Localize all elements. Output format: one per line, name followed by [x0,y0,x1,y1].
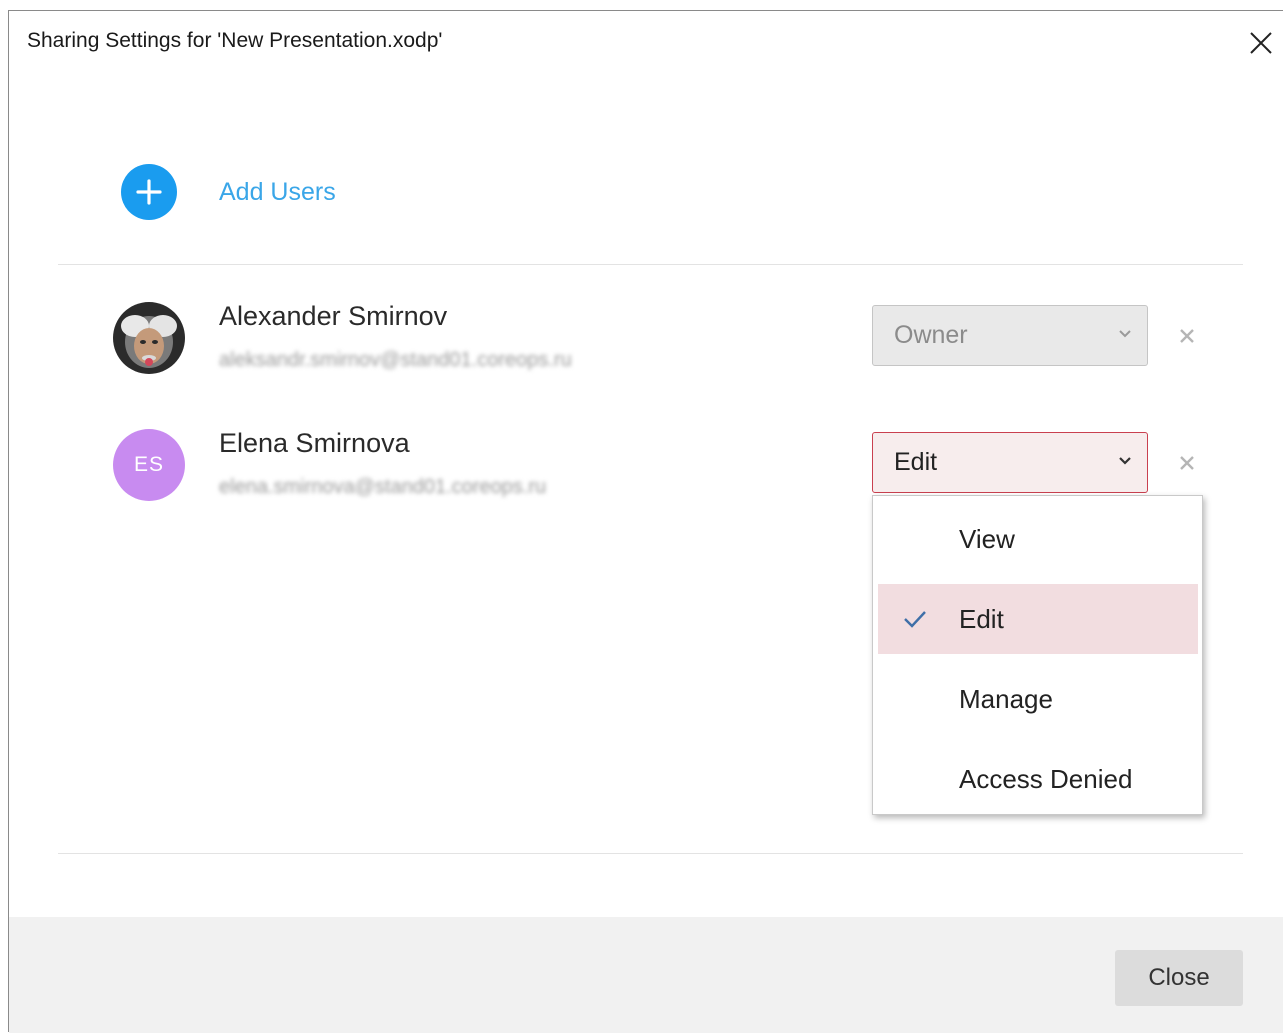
close-button[interactable]: Close [1115,950,1243,1006]
user-name: Alexander Smirnov [219,301,448,331]
access-select-value: Owner [894,321,968,349]
dialog-title: Sharing Settings for 'New Presentation.x… [27,29,443,52]
avatar [113,302,185,374]
user-email: elena.smirnova@stand01.coreops.ru [219,476,547,498]
access-select-owner: Owner [872,305,1148,366]
menu-item-access-denied[interactable]: Access Denied [878,744,1198,814]
user-email: aleksandr.smirnov@stand01.coreops.ru [219,349,572,371]
chevron-down-icon [1119,330,1131,338]
menu-item-label: Manage [959,683,1053,714]
add-users-label: Add Users [219,177,336,206]
add-users-button[interactable]: Add Users [121,164,336,220]
remove-user-button[interactable] [1174,450,1200,476]
remove-icon [1180,456,1194,470]
menu-item-edit[interactable]: Edit [878,584,1198,654]
menu-item-label: View [959,523,1015,554]
dialog-close-button[interactable] [1243,25,1279,61]
close-icon [1250,32,1272,54]
sharing-settings-dialog: Sharing Settings for 'New Presentation.x… [8,10,1283,1033]
chevron-down-icon [1119,457,1131,465]
top-divider [58,264,1243,265]
avatar: ES [113,429,185,501]
remove-user-button [1174,323,1200,349]
bottom-divider [58,853,1243,854]
menu-item-manage[interactable]: Manage [878,664,1198,734]
menu-item-view[interactable]: View [878,504,1198,574]
access-dropdown-menu: View Edit Manage Access Denied [872,495,1203,815]
check-icon [904,611,926,628]
remove-icon [1180,329,1194,343]
user-name: Elena Smirnova [219,428,410,458]
avatar-initials: ES [133,453,164,476]
menu-item-label: Edit [959,603,1004,634]
plus-icon [121,164,177,220]
dialog-footer: Close [9,917,1283,1033]
access-select[interactable]: Edit [872,432,1148,493]
menu-item-label: Access Denied [959,763,1133,794]
access-select-value: Edit [894,448,938,476]
